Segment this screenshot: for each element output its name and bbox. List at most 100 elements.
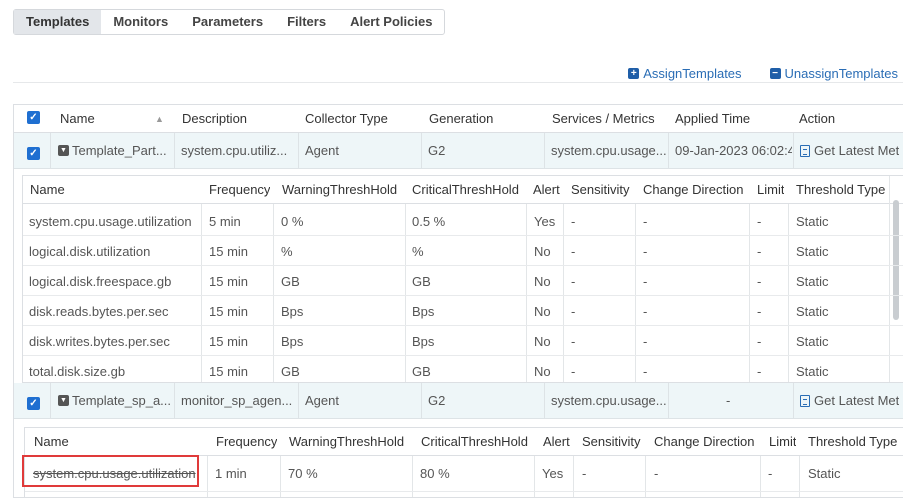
col-divider — [793, 383, 794, 418]
grid-header: ✓ Name ▲ Description Collector Type Gene… — [14, 105, 903, 133]
metric-name: total.disk.size.gb — [29, 364, 126, 379]
metric-change-direction: - — [643, 334, 648, 349]
sub-col-sensitivity[interactable]: Sensitivity — [582, 434, 641, 449]
col-divider — [668, 383, 669, 418]
metric-threshold-type: Static — [796, 244, 829, 259]
metric-threshold-type: Static — [796, 364, 829, 379]
metric-row: system.cpu.usage.utilization 5 min 0 % 0… — [23, 206, 903, 236]
row-checkbox[interactable]: ✓ — [27, 147, 40, 160]
metric-name: system.cpu.usage.utilization — [29, 214, 192, 229]
metric-frequency: 15 min — [209, 274, 249, 289]
col-action[interactable]: Action — [799, 111, 835, 126]
metric-frequency: 15 min — [209, 304, 249, 319]
tab-bar: Templates Monitors Parameters Filters Al… — [13, 9, 446, 35]
generation: G2 — [428, 393, 446, 408]
template-description: monitor_sp_agen... — [181, 393, 293, 408]
metric-warning: % — [281, 244, 293, 259]
metric-alert: No — [534, 364, 551, 379]
metric-critical: Bps — [412, 334, 435, 349]
metric-limit: - — [757, 304, 762, 319]
metric-frequency: 5 min — [209, 214, 241, 229]
sub-col-warning[interactable]: WarningThreshHold — [289, 434, 404, 449]
col-collector-type[interactable]: Collector Type — [305, 111, 388, 126]
metrics-subtable: Name Frequency WarningThreshHold Critica… — [22, 175, 903, 383]
sub-col-warning[interactable]: WarningThreshHold — [282, 182, 397, 197]
sub-col-limit[interactable]: Limit — [757, 182, 784, 197]
col-divider — [793, 133, 794, 168]
sub-col-threshold-type[interactable]: Threshold Type — [796, 182, 885, 197]
row-checkbox[interactable]: ✓ — [27, 397, 40, 410]
get-latest-metrics-link[interactable]: Get Latest Met — [800, 143, 899, 158]
templates-grid: ✓ Name ▲ Description Collector Type Gene… — [13, 104, 903, 498]
sub-col-alert[interactable]: Alert — [543, 434, 570, 449]
col-divider — [174, 133, 175, 168]
metric-frequency: 15 min — [209, 364, 249, 379]
metric-threshold-type: Static — [808, 466, 841, 481]
metric-frequency: 15 min — [209, 244, 249, 259]
get-latest-metrics-link[interactable]: Get Latest Met — [800, 393, 899, 408]
assign-templates-label: AssignTemplates — [643, 66, 742, 81]
col-divider — [544, 133, 545, 168]
sub-col-name[interactable]: Name — [30, 182, 65, 197]
sub-col-limit[interactable]: Limit — [769, 434, 796, 449]
metric-change-direction: - — [654, 466, 659, 481]
tab-alert-policies[interactable]: Alert Policies — [338, 10, 444, 34]
metric-change-direction: - — [643, 214, 648, 229]
tab-templates[interactable]: Templates — [14, 10, 102, 34]
col-description[interactable]: Description — [182, 111, 247, 126]
collapse-icon[interactable]: ▼ — [58, 145, 69, 156]
metric-alert: Yes — [542, 466, 564, 481]
tab-parameters[interactable]: Parameters — [180, 10, 275, 34]
sub-col-alert[interactable]: Alert — [533, 182, 560, 197]
metric-sensitivity: - — [571, 304, 576, 319]
sub-col-critical[interactable]: CriticalThreshHold — [412, 182, 519, 197]
plus-icon: + — [628, 68, 640, 79]
col-name[interactable]: Name — [60, 111, 95, 126]
metric-warning: Bps — [281, 334, 304, 349]
metric-change-direction: - — [643, 304, 648, 319]
sub-col-change-direction[interactable]: Change Direction — [643, 182, 743, 197]
col-applied-time[interactable]: Applied Time — [675, 111, 750, 126]
metric-limit: - — [757, 214, 762, 229]
metric-alert: No — [534, 244, 551, 259]
sub-col-critical[interactable]: CriticalThreshHold — [421, 434, 528, 449]
metric-alert: No — [534, 334, 551, 349]
sub-col-frequency[interactable]: Frequency — [216, 434, 277, 449]
minus-icon: − — [769, 68, 781, 79]
col-divider — [668, 133, 669, 168]
metric-limit: - — [757, 364, 762, 379]
template-row[interactable]: ✓ ▼ Template_sp_a... monitor_sp_agen... … — [14, 383, 903, 419]
col-divider — [421, 133, 422, 168]
sub-col-frequency[interactable]: Frequency — [209, 182, 270, 197]
tab-monitors[interactable]: Monitors — [101, 10, 180, 34]
tab-filters[interactable]: Filters — [275, 10, 338, 34]
document-icon — [800, 145, 810, 157]
select-all-checkbox[interactable]: ✓ — [27, 111, 40, 124]
col-divider — [298, 133, 299, 168]
metric-alert: No — [534, 274, 551, 289]
metric-name: logical.disk.utilization — [29, 244, 151, 259]
unassign-templates-link[interactable]: − UnassignTemplates — [769, 66, 898, 81]
template-name: Template_Part... — [72, 143, 167, 158]
metric-sensitivity: - — [582, 466, 587, 481]
collapse-icon[interactable]: ▼ — [58, 395, 69, 406]
col-services-metrics[interactable]: Services / Metrics — [552, 111, 655, 126]
metric-alert: Yes — [534, 214, 556, 229]
assign-templates-link[interactable]: + AssignTemplates — [628, 66, 742, 81]
document-icon — [800, 395, 810, 407]
services-metrics: system.cpu.usage... — [551, 393, 666, 408]
get-latest-metrics-label: Get Latest Met — [814, 393, 900, 408]
template-row[interactable]: ✓ ▼ Template_Part... system.cpu.utiliz..… — [14, 133, 903, 169]
metric-change-direction: - — [643, 244, 648, 259]
metric-change-direction: - — [643, 364, 648, 379]
sub-col-sensitivity[interactable]: Sensitivity — [571, 182, 630, 197]
metric-warning: GB — [281, 364, 300, 379]
template-name: Template_sp_a... — [72, 393, 172, 408]
metric-row: logical.disk.freespace.gb 15 min GB GB N… — [23, 266, 903, 296]
sort-asc-icon[interactable]: ▲ — [155, 114, 164, 124]
sub-col-name[interactable]: Name — [34, 434, 69, 449]
col-divider — [298, 383, 299, 418]
sub-col-change-direction[interactable]: Change Direction — [654, 434, 754, 449]
col-generation[interactable]: Generation — [429, 111, 493, 126]
sub-col-threshold-type[interactable]: Threshold Type — [808, 434, 897, 449]
